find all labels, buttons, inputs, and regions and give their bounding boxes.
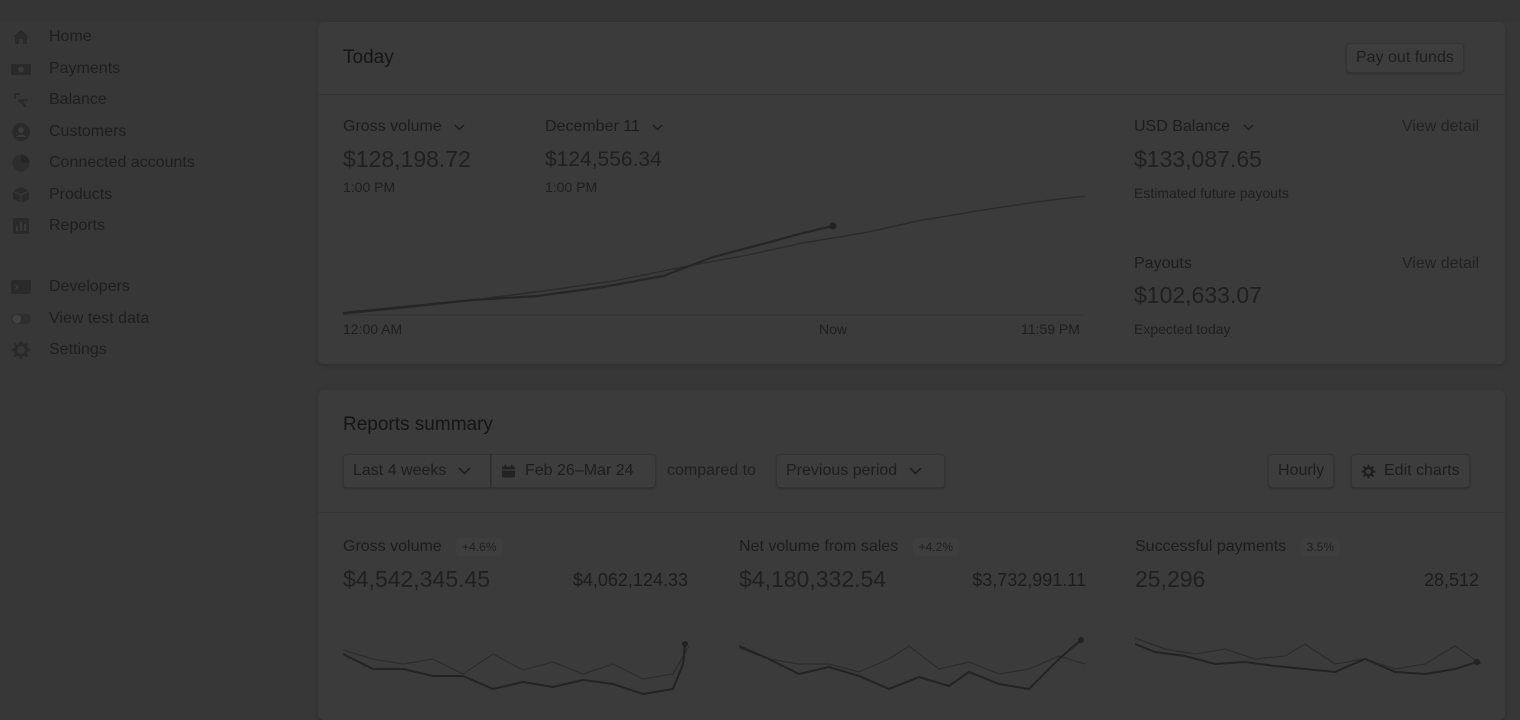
section-title: Reports summary — [343, 414, 493, 435]
metric-label: Gross volume — [343, 538, 442, 556]
sidebar-item-home[interactable]: Home — [10, 23, 92, 51]
change-badge: +4.6% — [456, 538, 503, 556]
axis-start-label: 12:00 AM — [343, 321, 403, 337]
payouts-label: Payouts — [1134, 255, 1192, 272]
metric-value: $4,542,345.45 — [343, 566, 491, 592]
page-title: Today — [343, 47, 394, 68]
range-select-label: Last 4 weeks — [353, 462, 447, 479]
today-volume-chart — [343, 195, 1085, 316]
sidebar-item-connected-accounts[interactable]: Connected accounts — [10, 149, 195, 177]
toggle-icon[interactable] — [10, 308, 32, 330]
chevron-down-icon — [1242, 118, 1254, 136]
gear-icon — [10, 339, 32, 361]
sidebar-item-label: Settings — [49, 341, 107, 358]
balance-icon — [10, 89, 32, 111]
sidebar: Home Payments Balance Customers Connecte… — [0, 0, 318, 700]
payments-icon — [10, 58, 32, 80]
compare-period-label: Previous period — [786, 462, 898, 479]
comparison-date-label: December 11 — [545, 118, 640, 136]
chevron-down-icon — [909, 462, 922, 480]
developers-icon — [10, 276, 32, 298]
sidebar-item-customers[interactable]: Customers — [10, 118, 126, 146]
metric-gross-volume-header[interactable]: Gross volume +4.6% — [343, 538, 503, 556]
gross-volume-label: Gross volume — [343, 118, 442, 136]
usd-balance-label: USD Balance — [1134, 118, 1231, 136]
payouts-value: $102,633.07 — [1134, 282, 1262, 308]
metric-successful-payments-header[interactable]: Successful payments 3.5% — [1135, 538, 1340, 556]
gross-volume-selector[interactable]: Gross volume — [343, 118, 465, 136]
usd-balance-subtitle: Estimated future payouts — [1134, 185, 1289, 201]
edit-charts-label: Edit charts — [1384, 462, 1460, 479]
comparison-date-selector[interactable]: December 11 — [545, 118, 663, 136]
compare-period-select[interactable]: Previous period — [776, 454, 945, 488]
range-select[interactable]: Last 4 weeks — [343, 454, 491, 488]
usd-balance-value: $133,087.65 — [1134, 146, 1262, 172]
metric-value: $4,180,332.54 — [739, 566, 887, 592]
gross-volume-sparkline — [343, 641, 689, 696]
sidebar-item-balance[interactable]: Balance — [10, 86, 107, 114]
sidebar-item-label: Developers — [49, 278, 130, 295]
metric-value: 25,296 — [1135, 566, 1206, 592]
metric-label: Successful payments — [1135, 538, 1287, 556]
sidebar-item-label: Reports — [49, 217, 106, 234]
successful-payments-sparkline — [1135, 637, 1481, 676]
sidebar-item-payments[interactable]: Payments — [10, 55, 120, 83]
sidebar-item-label: Payments — [49, 60, 121, 77]
hourly-button[interactable]: Hourly — [1268, 454, 1335, 488]
gear-icon — [1361, 464, 1376, 479]
customers-icon — [10, 121, 32, 143]
sidebar-item-developers[interactable]: Developers — [10, 273, 130, 301]
gross-volume-value: $128,198.72 — [343, 146, 471, 172]
chevron-down-icon — [454, 118, 465, 136]
comparison-line — [343, 195, 1085, 315]
edit-charts-button[interactable]: Edit charts — [1351, 454, 1470, 488]
date-range-label: Feb 26–Mar 24 — [525, 462, 634, 479]
metric-net-volume-header[interactable]: Net volume from sales +4.2% — [739, 538, 959, 556]
metric-label: Net volume from sales — [739, 538, 899, 556]
sidebar-item-label: Products — [49, 186, 113, 203]
connected-accounts-icon — [10, 152, 32, 174]
sidebar-item-label: Connected accounts — [49, 154, 195, 171]
today-card: Today Pay out funds Gross volume $128,19… — [318, 22, 1505, 364]
metric-previous-value: 28,512 — [1423, 570, 1479, 590]
pay-out-funds-button[interactable]: Pay out funds — [1346, 43, 1464, 73]
payouts-subtitle: Expected today — [1134, 321, 1231, 337]
net-volume-sparkline — [739, 637, 1085, 691]
products-icon — [10, 184, 32, 206]
sidebar-item-label: Balance — [49, 91, 107, 108]
payouts-view-detail-link[interactable]: View detail — [1402, 255, 1479, 273]
comparison-value: $124,556.34 — [545, 148, 662, 171]
change-badge: +4.2% — [912, 538, 959, 556]
divider — [318, 512, 1505, 513]
reports-icon — [10, 215, 32, 237]
usd-balance-selector[interactable]: USD Balance — [1134, 118, 1254, 136]
sidebar-item-label: Home — [49, 28, 92, 45]
metric-previous-value: $4,062,124.33 — [572, 570, 688, 590]
current-point — [829, 222, 837, 230]
home-icon — [10, 26, 32, 48]
axis-end-label: 11:59 PM — [1021, 321, 1080, 337]
gross-volume-line — [343, 224, 834, 315]
usd-balance-view-detail-link[interactable]: View detail — [1402, 118, 1479, 136]
sidebar-item-view-test-data[interactable]: View test data — [10, 305, 149, 333]
chevron-down-icon — [652, 118, 663, 136]
date-range-picker[interactable]: Feb 26–Mar 24 — [491, 454, 656, 488]
change-badge: 3.5% — [1300, 538, 1340, 556]
metric-previous-value: $3,732,991.11 — [972, 570, 1086, 590]
sidebar-item-reports[interactable]: Reports — [10, 212, 105, 240]
compared-to-label: compared to — [667, 462, 756, 479]
sidebar-item-settings[interactable]: Settings — [10, 336, 107, 364]
sidebar-item-label: View test data — [49, 310, 150, 327]
axis-now-label: Now — [819, 321, 848, 337]
divider — [318, 94, 1505, 95]
chevron-down-icon — [458, 462, 471, 480]
calendar-icon — [501, 464, 516, 479]
sidebar-item-products[interactable]: Products — [10, 181, 112, 209]
sidebar-item-label: Customers — [49, 123, 127, 140]
reports-summary-card: Reports summary Last 4 weeks Feb 26–Mar … — [318, 390, 1505, 720]
